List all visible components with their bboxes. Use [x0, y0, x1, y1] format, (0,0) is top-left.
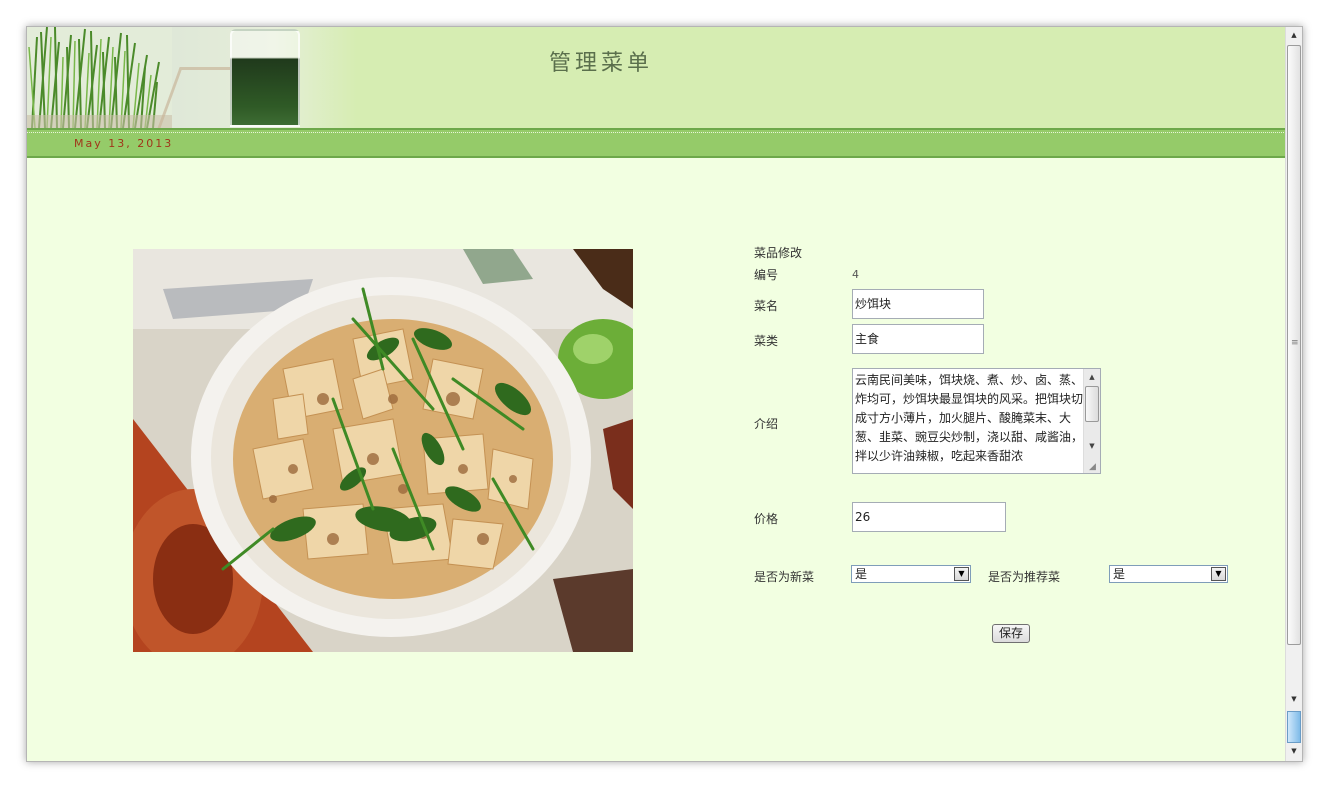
intro-label: 介绍 [754, 417, 779, 431]
dish-photo [133, 249, 633, 652]
id-value: 4 [852, 268, 859, 281]
browser-window: 管理菜单 May 13, 2013 菜品修改 编号 4 菜名 炒饵块 菜类 主食… [26, 26, 1303, 762]
intro-scrollbar[interactable]: ▲ ▼ [1083, 369, 1100, 473]
dish-name-input[interactable]: 炒饵块 [852, 289, 984, 319]
down-arrow-icon[interactable]: ▼ [1084, 438, 1100, 454]
intro-scroll-thumb[interactable] [1085, 386, 1099, 422]
dish-name-label: 菜名 [754, 299, 779, 313]
price-input[interactable]: 26 [852, 502, 1006, 532]
is-recommended-selected-value: 是 [1113, 567, 1126, 581]
save-button[interactable]: 保存 [992, 624, 1030, 643]
header-banner-image [27, 27, 357, 128]
wheatgrass-graphic [27, 27, 172, 128]
current-date: May 13, 2013 [74, 137, 174, 150]
up-arrow-icon[interactable]: ▲ [1286, 27, 1302, 44]
category-label: 菜类 [754, 334, 779, 348]
page-scrollbar[interactable]: ▲ ≡ ▼ ▼ [1285, 27, 1302, 761]
is-recommended-select[interactable]: 是 ▼ [1109, 565, 1228, 583]
page-scroll-thumb[interactable]: ≡ [1287, 45, 1301, 645]
dish-image [133, 249, 633, 652]
intro-text: 云南民间美味，饵块烧、煮、炒、卤、蒸、炸均可，炒饵块最显饵块的风采。把饵块切成寸… [855, 373, 1083, 463]
date-bar: May 13, 2013 [27, 128, 1286, 158]
chevron-down-icon[interactable]: ▼ [1211, 567, 1226, 581]
is-new-selected-value: 是 [855, 567, 868, 581]
down-arrow-icon[interactable]: ▼ [1286, 691, 1302, 708]
intro-textarea[interactable]: 云南民间美味，饵块烧、煮、炒、卤、蒸、炸均可，炒饵块最显饵块的风采。把饵块切成寸… [852, 368, 1101, 474]
scroll-position-indicator[interactable] [1287, 711, 1301, 743]
is-recommended-label: 是否为推荐菜 [988, 570, 1061, 584]
page-title: 管理菜单 [549, 51, 654, 76]
juice-glass-graphic [230, 29, 300, 127]
up-arrow-icon[interactable]: ▲ [1084, 369, 1100, 385]
form-section-title: 菜品修改 [754, 246, 803, 260]
page-header: 管理菜单 [27, 27, 1286, 128]
category-input[interactable]: 主食 [852, 324, 984, 354]
is-new-label: 是否为新菜 [754, 570, 815, 584]
down-arrow-icon[interactable]: ▼ [1286, 743, 1302, 760]
resize-grip-icon[interactable]: ◢ [1089, 462, 1099, 472]
is-new-select[interactable]: 是 ▼ [851, 565, 971, 583]
scroll-grip-icon: ≡ [1291, 338, 1299, 348]
price-label: 价格 [754, 512, 779, 526]
id-label: 编号 [754, 268, 779, 282]
chevron-down-icon[interactable]: ▼ [954, 567, 969, 581]
